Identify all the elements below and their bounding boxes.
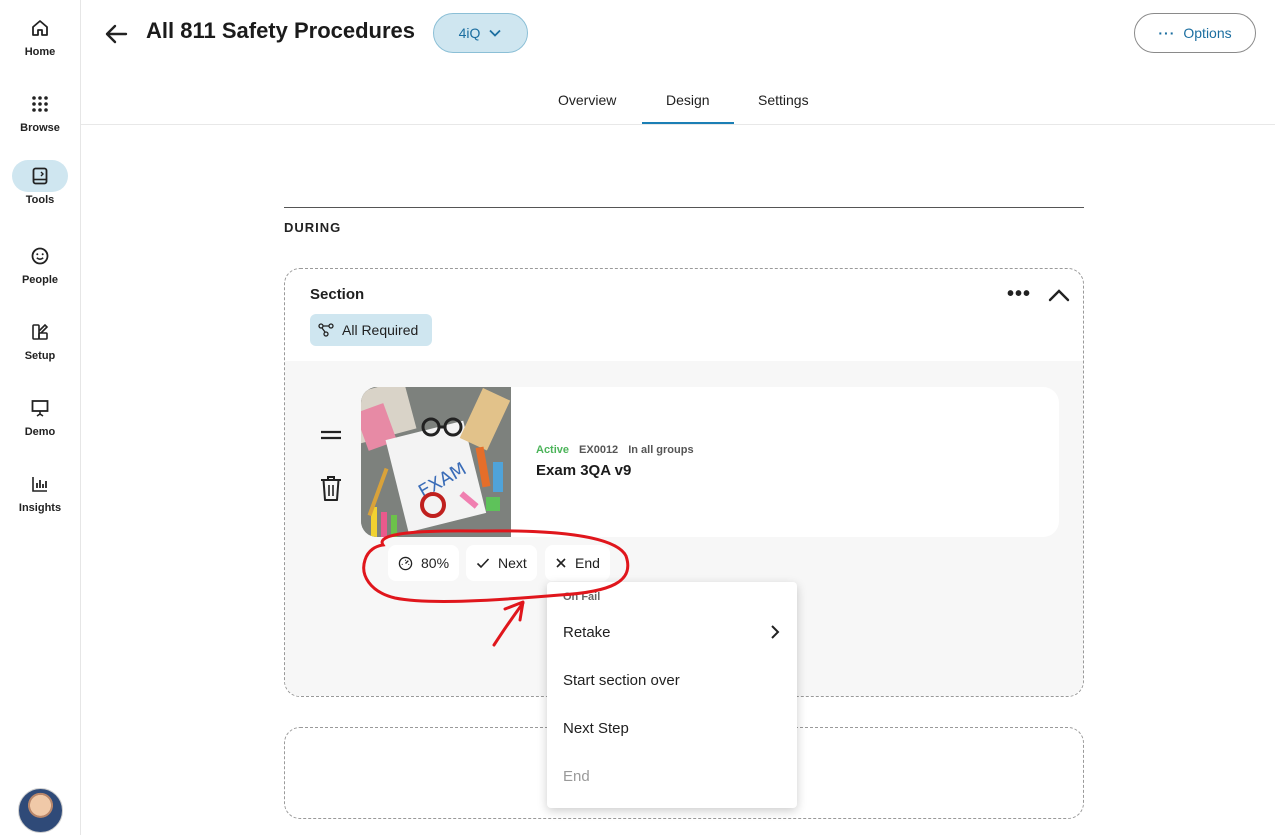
dropdown-header: On Fail xyxy=(563,591,601,603)
menu-item-label: Start section over xyxy=(563,671,680,689)
gauge-icon xyxy=(398,556,413,570)
on-fail-chip[interactable]: End xyxy=(545,545,610,581)
sidebar-item-label: People xyxy=(21,274,59,286)
menu-item-start-section-over[interactable]: Start section over xyxy=(547,660,797,700)
status-badge: Active xyxy=(536,444,570,456)
sidebar-item-label: Home xyxy=(24,46,56,58)
requirement-label: All Required xyxy=(342,322,419,338)
nav-icon-wrap xyxy=(12,88,68,120)
sidebar-item-people[interactable]: People xyxy=(0,240,80,300)
on-fail-dropdown: On Fail Retake Start section over Next S… xyxy=(547,582,797,808)
exam-code: EX0012 xyxy=(579,444,619,456)
sidebar-item-demo[interactable]: Demo xyxy=(0,392,80,452)
check-icon xyxy=(476,558,490,569)
back-arrow-icon[interactable] xyxy=(102,20,130,48)
chevron-up-icon[interactable] xyxy=(1047,283,1071,307)
exam-thumbnail: EXAM xyxy=(361,387,511,537)
options-label: Options xyxy=(1183,25,1232,41)
sidebar-item-label: Demo xyxy=(24,426,56,438)
menu-item-next-step[interactable]: Next Step xyxy=(547,708,797,748)
grid-icon xyxy=(32,96,48,112)
bar-chart-icon xyxy=(32,477,47,492)
avatar[interactable] xyxy=(18,788,63,833)
nav-icon-wrap xyxy=(12,392,68,424)
tools-icon xyxy=(32,167,48,185)
section-title: Section xyxy=(310,286,365,303)
active-tab-indicator xyxy=(642,122,734,124)
flow-icon xyxy=(318,323,334,337)
menu-item-label: Next Step xyxy=(563,719,629,737)
on-fail-label: End xyxy=(575,555,600,571)
passing-score-chip[interactable]: 80% xyxy=(388,545,460,581)
home-icon xyxy=(32,20,48,36)
sidebar-item-home[interactable]: Home xyxy=(0,12,80,72)
page-title: All 811 Safety Procedures xyxy=(146,18,416,43)
workspace-badge[interactable]: 4iQ xyxy=(433,13,528,53)
divider xyxy=(284,207,1084,208)
close-icon xyxy=(556,558,566,568)
chevron-right-icon xyxy=(771,625,780,639)
exam-groups: In all groups xyxy=(628,444,694,456)
exam-meta: Active EX0012 In all groups xyxy=(536,444,694,456)
exam-thumbnail-image: EXAM xyxy=(361,387,511,537)
requirement-badge[interactable]: All Required xyxy=(310,314,432,346)
drag-handle-icon[interactable] xyxy=(319,423,343,447)
menu-item-retake[interactable]: Retake xyxy=(547,612,797,652)
tab-settings[interactable]: Settings xyxy=(758,92,809,108)
more-dots-icon: ··· xyxy=(1158,25,1176,41)
more-dots-icon[interactable]: ••• xyxy=(1007,283,1031,306)
exam-title: Exam 3QA v9 xyxy=(536,462,632,479)
sidebar-item-browse[interactable]: Browse xyxy=(0,88,80,148)
chevron-down-icon xyxy=(489,29,502,37)
menu-item-label: Retake xyxy=(563,623,611,641)
passing-score-label: 80% xyxy=(421,555,450,571)
tab-design[interactable]: Design xyxy=(666,92,710,108)
setup-icon xyxy=(32,323,49,340)
sidebar-item-label: Tools xyxy=(25,194,55,206)
exam-card[interactable]: EXAM Active EX0012 In all groups Exam 3Q… xyxy=(361,387,1059,537)
presentation-icon xyxy=(31,400,49,417)
workspace-badge-label: 4iQ xyxy=(458,25,481,41)
nav-icon-wrap xyxy=(12,468,68,500)
menu-item-label: End xyxy=(563,767,590,785)
on-pass-chip[interactable]: Next xyxy=(466,545,537,581)
nav-icon-wrap xyxy=(12,316,68,348)
nav-icon-wrap xyxy=(12,12,68,44)
sidebar-item-insights[interactable]: Insights xyxy=(0,468,80,528)
on-pass-label: Next xyxy=(498,555,527,571)
phase-label: DURING xyxy=(284,220,342,235)
nav-icon-wrap xyxy=(12,240,68,272)
sidebar-item-tools[interactable]: Tools xyxy=(0,160,80,220)
trash-icon[interactable] xyxy=(319,475,343,503)
options-button[interactable]: ··· Options xyxy=(1134,13,1256,53)
nav-icon-wrap xyxy=(12,160,68,192)
sidebar-item-label: Setup xyxy=(24,350,56,362)
sidebar: Home Browse Tools People Setup Demo Insi… xyxy=(0,0,81,835)
sidebar-item-label: Insights xyxy=(18,502,62,514)
tab-overview[interactable]: Overview xyxy=(558,92,616,108)
smiley-icon xyxy=(31,247,49,265)
sidebar-item-setup[interactable]: Setup xyxy=(0,316,80,376)
sidebar-item-label: Browse xyxy=(20,122,60,134)
menu-item-end: End xyxy=(547,756,797,796)
